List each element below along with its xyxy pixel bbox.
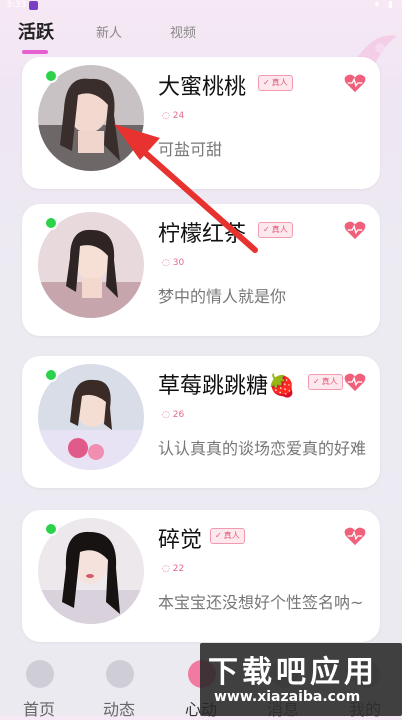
user-card[interactable]: 大蜜桃桃 ✓ 真人 ◌ 24 可盐可甜 bbox=[22, 57, 380, 189]
user-bio: 本宝宝还没想好个性签名呐~ bbox=[158, 593, 364, 612]
bird-icon bbox=[26, 660, 54, 688]
nav-label: 动态 bbox=[102, 700, 135, 719]
online-indicator bbox=[44, 522, 58, 536]
tab-active[interactable]: 活跃 bbox=[18, 18, 54, 44]
user-name: 草莓跳跳糖🍓 bbox=[158, 374, 296, 399]
user-name: 大蜜桃桃 bbox=[158, 75, 247, 100]
heart-pulse-icon[interactable] bbox=[344, 526, 366, 546]
watermark-url: www.xiazaiba.com bbox=[214, 689, 361, 705]
nav-item-feed[interactable]: 动态 bbox=[84, 652, 154, 719]
top-tabs: 活跃 新人 视频 bbox=[0, 16, 402, 71]
verified-badge: ✓ 真人 bbox=[308, 374, 343, 390]
status-time: 3:33 bbox=[6, 0, 27, 10]
verified-badge-label: 真人 bbox=[321, 377, 338, 386]
user-name: 柠檬红茶 bbox=[158, 222, 247, 247]
message-count-value: 22 bbox=[172, 564, 185, 574]
heart-pulse-icon[interactable] bbox=[344, 73, 366, 93]
user-card[interactable]: 草莓跳跳糖🍓 ✓ 真人 ◌ 26 认认真真的谈场恋爱真的好难 bbox=[22, 356, 380, 488]
verified-badge-label: 真人 bbox=[223, 531, 240, 540]
user-bio: 梦中的情人就是你 bbox=[158, 287, 287, 306]
verified-badge-label: 真人 bbox=[271, 78, 288, 87]
message-count: ◌ 26 bbox=[162, 410, 185, 420]
verified-badge: ✓ 真人 bbox=[258, 75, 293, 91]
verified-badge: ✓ 真人 bbox=[210, 528, 245, 544]
verified-badge: ✓ 真人 bbox=[258, 222, 293, 238]
status-bar: 3:33 ▾ ▮ bbox=[0, 0, 402, 12]
compass-icon bbox=[106, 660, 134, 688]
user-bio: 可盐可甜 bbox=[158, 140, 223, 159]
online-indicator bbox=[44, 216, 58, 230]
online-indicator bbox=[44, 368, 58, 382]
watermark-title: 下载吧应用 bbox=[208, 655, 378, 690]
user-card[interactable]: 碎觉 ✓ 真人 ◌ 22 本宝宝还没想好个性签名呐~ bbox=[22, 510, 380, 642]
nav-label: 首页 bbox=[22, 700, 55, 719]
message-count-value: 24 bbox=[172, 111, 185, 121]
message-count: ◌ 22 bbox=[162, 564, 185, 574]
user-bio: 认认真真的谈场恋爱真的好难 bbox=[158, 439, 367, 458]
message-count: ◌ 30 bbox=[162, 258, 185, 268]
tab-new[interactable]: 新人 bbox=[96, 22, 122, 41]
nav-item-home[interactable]: 首页 bbox=[4, 652, 74, 719]
tab-video[interactable]: 视频 bbox=[170, 22, 196, 41]
app-notification-icon bbox=[29, 1, 38, 10]
message-count: ◌ 24 bbox=[162, 111, 185, 121]
online-indicator bbox=[44, 69, 58, 83]
user-name: 碎觉 bbox=[158, 528, 203, 553]
signal-battery-icons: ▾ ▮ bbox=[374, 0, 396, 10]
message-count-value: 30 bbox=[172, 258, 185, 268]
heart-pulse-icon[interactable] bbox=[344, 372, 366, 392]
message-count-value: 26 bbox=[172, 410, 185, 420]
user-card[interactable]: 柠檬红茶 ✓ 真人 ◌ 30 梦中的情人就是你 bbox=[22, 204, 380, 336]
tab-indicator bbox=[22, 50, 48, 54]
verified-badge-label: 真人 bbox=[271, 225, 288, 234]
heart-pulse-icon[interactable] bbox=[344, 220, 366, 240]
watermark: 下载吧应用 www.xiazaiba.com bbox=[200, 643, 402, 716]
